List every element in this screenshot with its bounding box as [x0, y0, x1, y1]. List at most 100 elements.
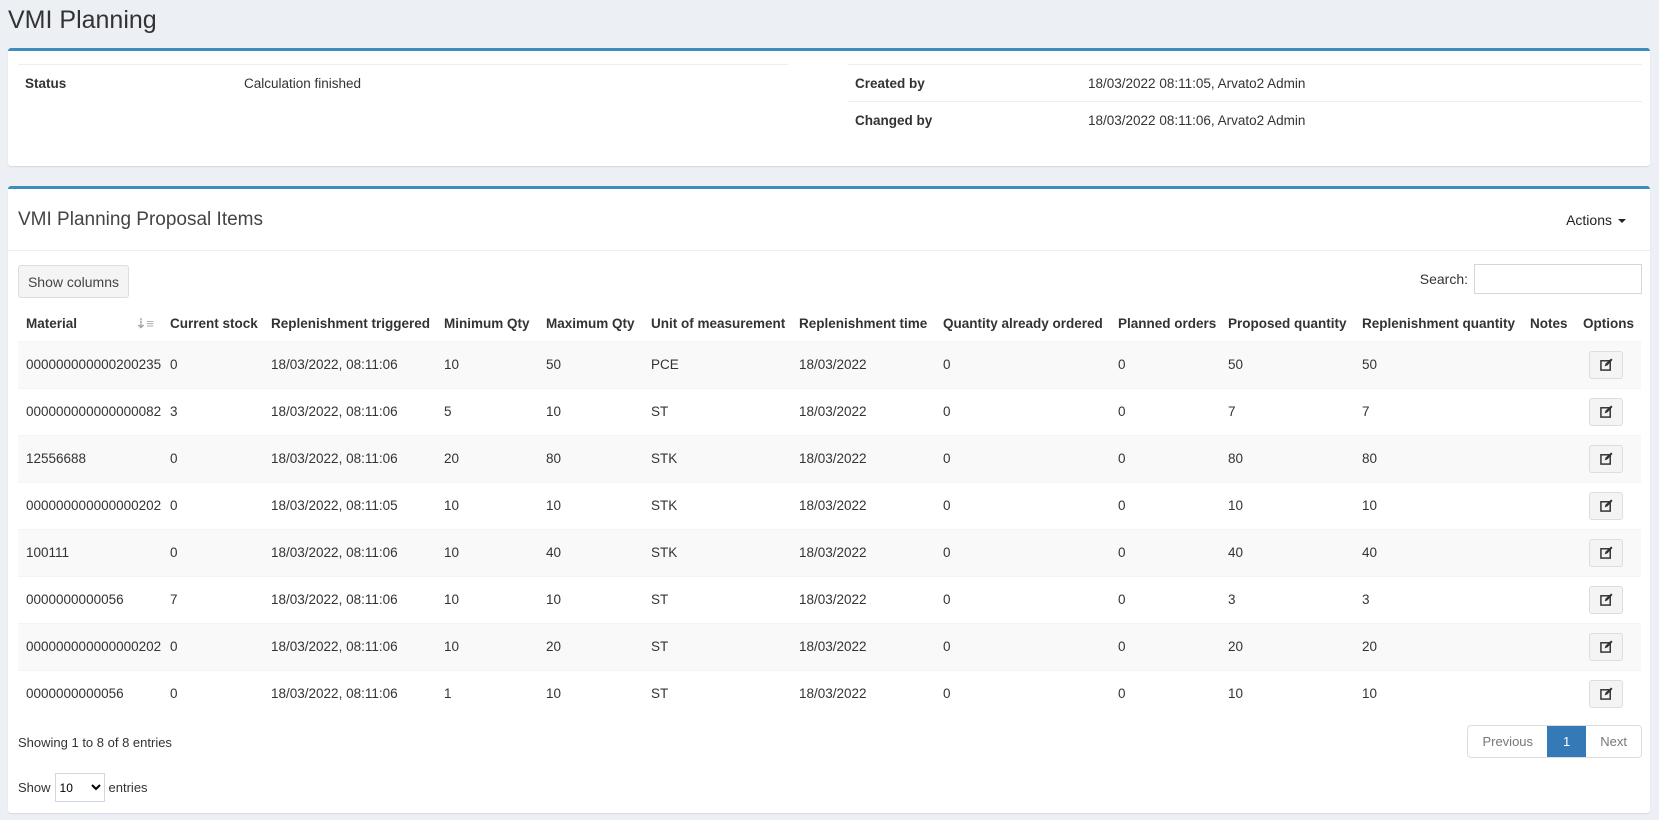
cell-maximum-qty: 10 — [546, 686, 562, 702]
cell-quantity-already-ordered: 0 — [943, 545, 951, 560]
cell-unit-of-measurement: ST — [651, 404, 669, 419]
column-header[interactable]: Planned orders — [1110, 307, 1220, 342]
cell-minimum-qty: 10 — [444, 498, 460, 513]
cell-unit-of-measurement: ST — [651, 592, 669, 607]
edit-button[interactable] — [1589, 397, 1623, 426]
cell-material: 000000000000000082 — [26, 404, 162, 419]
cell-notes — [1522, 482, 1575, 529]
edit-button[interactable] — [1589, 444, 1623, 473]
edit-icon — [1599, 452, 1613, 465]
cell-current-stock: 0 — [170, 545, 178, 560]
created-label: Created by — [855, 75, 925, 91]
cell-planned-orders: 0 — [1118, 404, 1126, 419]
cell-planned-orders: 0 — [1118, 545, 1126, 560]
page-1-button[interactable]: 1 — [1547, 726, 1587, 757]
cell-notes — [1522, 388, 1575, 435]
column-header[interactable]: Notes — [1522, 307, 1575, 342]
column-header-label: Material — [26, 315, 78, 331]
edit-button[interactable] — [1589, 632, 1623, 661]
column-header-label: Quantity already ordered — [943, 316, 1103, 332]
column-header[interactable]: Maximum Qty — [538, 307, 643, 342]
cell-material: 000000000000000202 — [26, 639, 162, 654]
sort-descending-icon[interactable]: ⇣≡ — [136, 316, 154, 332]
column-header-label: Notes — [1530, 316, 1568, 332]
cell-replenishment-quantity: 7 — [1362, 404, 1370, 419]
cell-replenishment-quantity: 20 — [1362, 639, 1378, 654]
column-header[interactable]: Quantity already ordered — [935, 307, 1110, 342]
column-header[interactable]: Replenishment time — [791, 307, 935, 342]
column-header[interactable]: Proposed quantity — [1220, 307, 1354, 342]
table-row: 100111 0 18/03/2022, 08:11:06 10 40 STK 18/03/… — [18, 529, 1641, 576]
cell-current-stock: 3 — [170, 404, 178, 419]
column-header-label: Replenishment quantity — [1362, 316, 1516, 332]
pagination: Previous 1 Next — [1467, 725, 1642, 758]
show-columns-button[interactable]: Show columns — [18, 265, 129, 298]
edit-button[interactable] — [1589, 538, 1623, 567]
cell-replenishment-quantity: 10 — [1362, 498, 1378, 513]
column-header[interactable]: Replenishment quantity — [1354, 307, 1522, 342]
cell-replenishment-time: 18/03/2022 — [799, 404, 867, 419]
cell-replenishment-triggered: 18/03/2022, 08:11:06 — [271, 686, 398, 702]
cell-maximum-qty: 80 — [546, 451, 562, 466]
table-row: 000000000000000082 3 18/03/2022, 08:11:06 5… — [18, 388, 1641, 435]
table-info: Showing 1 to 8 of 8 entries — [18, 735, 172, 750]
cell-replenishment-triggered: 18/03/2022, 08:11:06 — [271, 592, 398, 607]
cell-proposed-quantity: 10 — [1228, 498, 1244, 513]
cell-unit-of-measurement: STK — [651, 451, 678, 466]
info-left: Status Calculation finished — [18, 64, 788, 102]
actions-dropdown[interactable]: Actions — [1566, 212, 1626, 228]
cell-replenishment-quantity: 3 — [1362, 592, 1370, 607]
column-header[interactable]: Current stock — [162, 307, 263, 342]
cell-minimum-qty: 5 — [444, 404, 452, 419]
edit-button[interactable] — [1589, 491, 1623, 520]
page-length-select[interactable]: 10 — [54, 773, 105, 802]
cell-planned-orders: 0 — [1118, 686, 1126, 702]
column-header[interactable]: Material ⇣≡ — [18, 307, 162, 342]
column-header[interactable]: Options — [1575, 307, 1641, 342]
cell-options — [1575, 341, 1641, 388]
table-row: 0000000000056 7 18/03/2022, 08:11:06 10 10 ST… — [18, 576, 1641, 623]
column-header-label: Proposed quantity — [1228, 316, 1347, 332]
cell-unit-of-measurement: STK — [651, 545, 678, 560]
table-row: 0000000000056 0 18/03/2022, 08:11:06 1 10 ST 1… — [18, 670, 1641, 717]
column-header[interactable]: Unit of measurement — [643, 307, 791, 342]
entries-label: entries — [108, 780, 148, 795]
cell-options — [1575, 670, 1641, 717]
cell-options — [1575, 529, 1641, 576]
cell-current-stock: 0 — [170, 451, 178, 466]
cell-unit-of-measurement: PCE — [651, 357, 679, 372]
cell-replenishment-triggered: 18/03/2022, 08:11:06 — [271, 545, 398, 560]
edit-icon — [1599, 687, 1613, 701]
cell-replenishment-time: 18/03/2022 — [799, 686, 867, 702]
info-right: Created by 18/03/2022 08:11:05, Arvato2 A… — [848, 64, 1642, 139]
cell-notes — [1522, 576, 1575, 623]
cell-proposed-quantity: 20 — [1228, 639, 1244, 654]
edit-button[interactable] — [1589, 679, 1623, 708]
cell-proposed-quantity: 10 — [1228, 686, 1244, 702]
previous-button[interactable]: Previous — [1468, 726, 1547, 757]
cell-material: 000000000000200235 — [26, 357, 162, 372]
edit-button[interactable] — [1589, 350, 1623, 379]
cell-unit-of-measurement: ST — [651, 639, 669, 654]
search-input[interactable] — [1474, 264, 1642, 294]
status-value: Calculation finished — [244, 76, 362, 91]
edit-button[interactable] — [1589, 585, 1623, 614]
cell-notes — [1522, 529, 1575, 576]
cell-proposed-quantity: 7 — [1228, 404, 1236, 419]
cell-planned-orders: 0 — [1118, 357, 1126, 372]
cell-minimum-qty: 10 — [444, 592, 460, 607]
column-header[interactable]: Minimum Qty — [436, 307, 538, 342]
cell-material: 12556688 — [26, 451, 87, 466]
cell-material: 000000000000000202 — [26, 498, 162, 513]
cell-maximum-qty: 10 — [546, 404, 562, 419]
cell-current-stock: 7 — [170, 592, 178, 607]
cell-notes — [1522, 670, 1575, 717]
actions-label: Actions — [1566, 212, 1612, 228]
cell-material: 0000000000056 — [26, 686, 124, 702]
column-header[interactable]: Replenishment triggered — [263, 307, 436, 342]
changed-label: Changed by — [855, 113, 933, 128]
cell-options — [1575, 482, 1641, 529]
cell-quantity-already-ordered: 0 — [943, 639, 951, 654]
next-button[interactable]: Next — [1586, 726, 1641, 757]
cell-planned-orders: 0 — [1118, 451, 1126, 466]
